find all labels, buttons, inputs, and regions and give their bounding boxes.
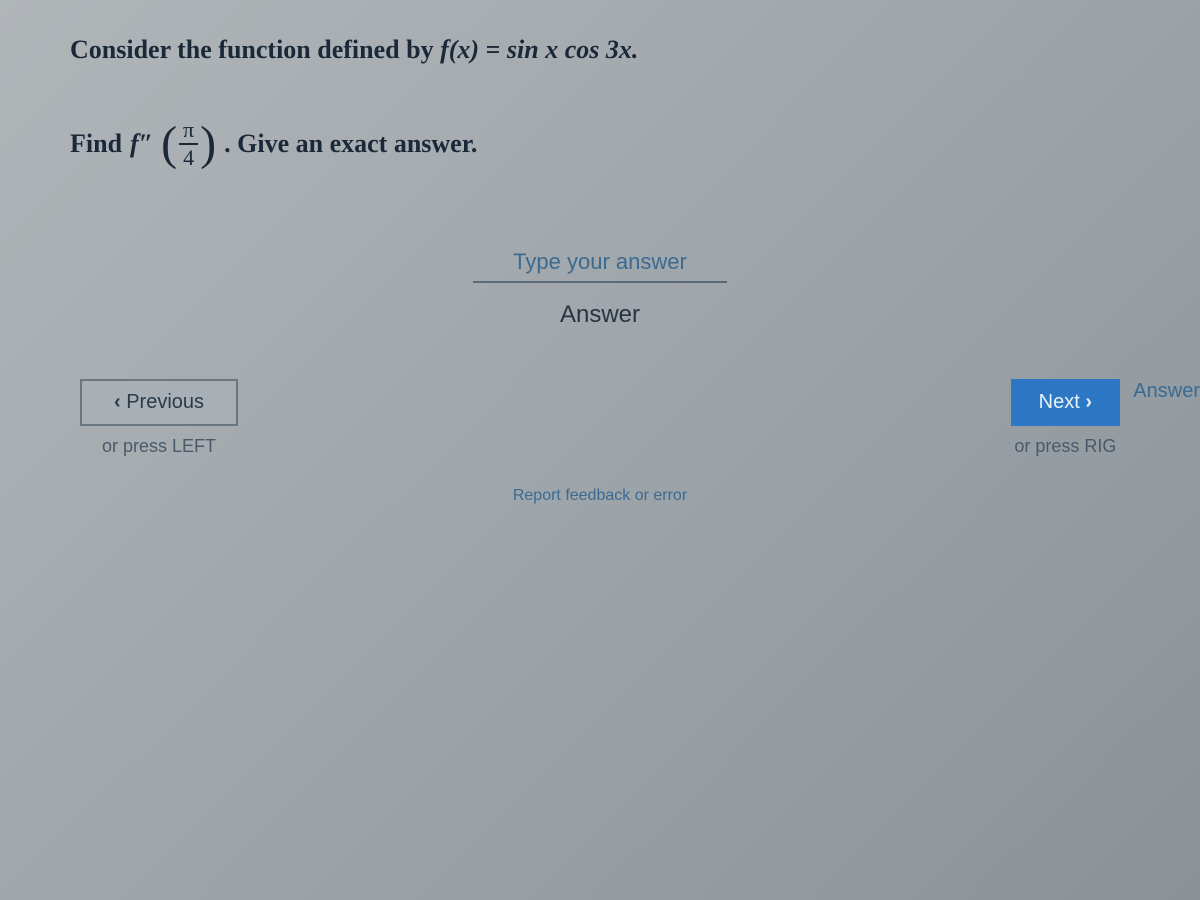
- next-button[interactable]: Next ›: [1011, 379, 1120, 426]
- find-suffix: . Give an exact answer.: [224, 129, 477, 159]
- fraction-numerator: π: [179, 119, 198, 145]
- find-prefix: Find: [70, 129, 122, 159]
- chevron-left-icon: ‹: [114, 391, 126, 413]
- next-label: Next: [1039, 391, 1080, 413]
- intro-text: Consider the function defined by: [70, 35, 440, 64]
- function-rhs: sin x cos 3x.: [507, 35, 638, 64]
- nav-left: ‹ Previous or press LEFT: [80, 379, 238, 457]
- chevron-right-icon: ›: [1080, 391, 1092, 413]
- nav-row: ‹ Previous or press LEFT Next › or press…: [70, 379, 1130, 457]
- find-instruction: Find f″ ( π 4 ) . Give an exact answer.: [70, 119, 1130, 169]
- answer-input[interactable]: Type your answer: [473, 249, 727, 283]
- problem-statement: Consider the function defined by f(x) = …: [70, 30, 1130, 69]
- answer-sublabel: Answer: [70, 301, 1130, 329]
- fraction: π 4: [179, 119, 198, 169]
- right-paren-icon: ): [200, 120, 216, 168]
- previous-label: Previous: [126, 391, 204, 413]
- equals-sign: =: [479, 35, 507, 64]
- next-hint: or press RIG: [1014, 436, 1116, 457]
- function-lhs: f(x): [440, 35, 479, 64]
- answer-side-label: Answer: [1133, 380, 1200, 403]
- question-panel: Consider the function defined by f(x) = …: [0, 0, 1200, 535]
- nav-right: Next › or press RIG: [1011, 379, 1120, 457]
- argument-paren: ( π 4 ): [161, 119, 216, 169]
- f-double-prime: f″: [130, 129, 153, 159]
- previous-hint: or press LEFT: [102, 436, 216, 457]
- left-paren-icon: (: [161, 120, 177, 168]
- previous-button[interactable]: ‹ Previous: [80, 379, 238, 426]
- answer-area: Type your answer Answer: [70, 249, 1130, 329]
- report-feedback-link[interactable]: Report feedback or error: [70, 487, 1130, 505]
- fraction-denominator: 4: [183, 145, 194, 169]
